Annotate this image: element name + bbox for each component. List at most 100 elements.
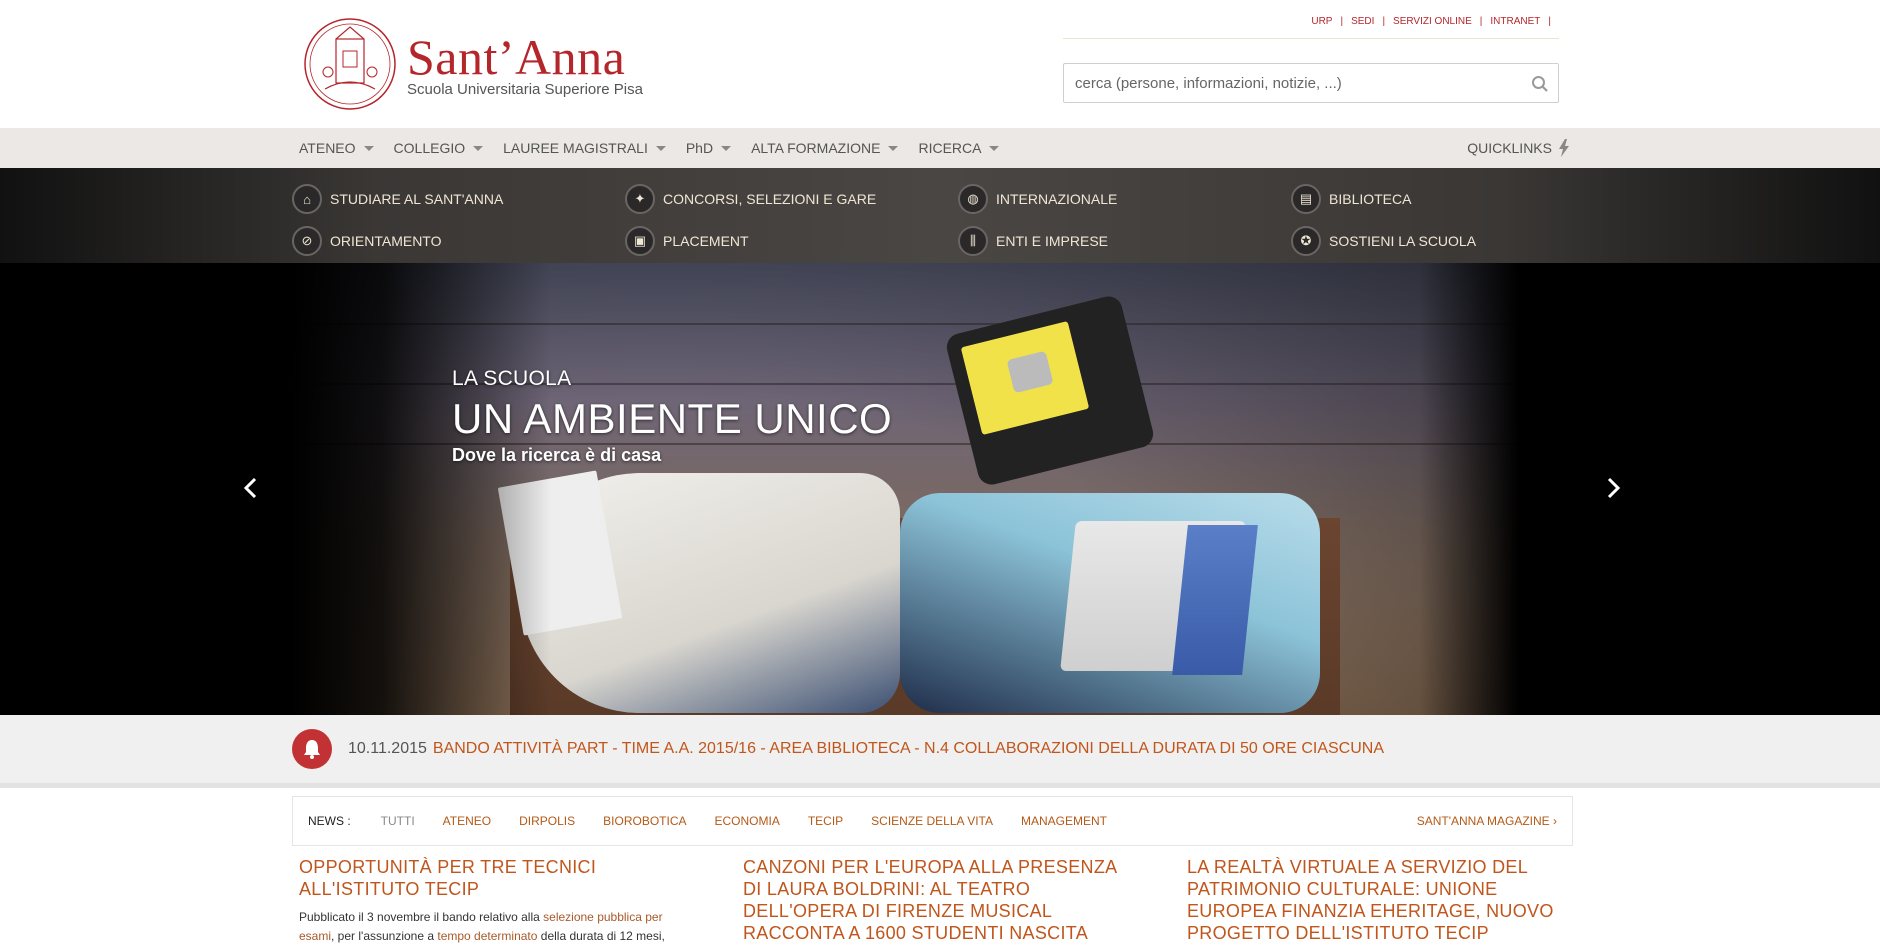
caret-down-icon xyxy=(363,145,374,151)
news-tab-dirpolis[interactable]: DIRPOLIS xyxy=(519,814,575,828)
excerpt-text: Pubblicato il 3 novembre il bando relati… xyxy=(299,910,544,924)
ticker-link[interactable]: BANDO ATTIVITÀ PART - TIME A.A. 2015/16 … xyxy=(433,740,1384,758)
decor xyxy=(1419,263,1519,715)
decor xyxy=(291,263,551,715)
quicknav-label: ENTI E IMPRESE xyxy=(996,233,1109,249)
nav-label: ATENEO xyxy=(299,140,356,156)
article-card: LA REALTÀ VIRTUALE A SERVIZIO DEL PATRIM… xyxy=(1180,856,1573,947)
site-header: Sant’Anna Scuola Universitaria Superiore… xyxy=(0,0,1880,128)
quicknav-label: STUDIARE AL SANT'ANNA xyxy=(330,191,504,207)
quicknav-enti-imprese[interactable]: ⫼ ENTI E IMPRESE xyxy=(958,220,1291,262)
search-icon[interactable] xyxy=(1531,75,1549,93)
article-title[interactable]: OPPORTUNITÀ PER TRE TECNICI ALL'ISTITUTO… xyxy=(299,856,679,900)
news-ticker: 10.11.2015 BANDO ATTIVITÀ PART - TIME A.… xyxy=(0,715,1880,788)
nav-item-phd[interactable]: PhD xyxy=(679,128,738,168)
quicknav-label: ORIENTAMENTO xyxy=(330,233,442,249)
separator: | xyxy=(1340,16,1344,27)
quicklinks-toggle[interactable]: QUICKLINKS xyxy=(1467,128,1570,168)
nav-label: ALTA FORMAZIONE xyxy=(751,140,881,156)
quicknav-label: CONCORSI, SELEZIONI E GARE xyxy=(663,191,877,207)
quicknav-label: PLACEMENT xyxy=(663,233,749,249)
excerpt-text: , per l'assunzione a xyxy=(331,929,438,943)
article-title[interactable]: LA REALTÀ VIRTUALE A SERVIZIO DEL PATRIM… xyxy=(1187,856,1567,944)
nav-label: PhD xyxy=(685,140,714,156)
quicknav-concorsi[interactable]: ✦ CONCORSI, SELEZIONI E GARE xyxy=(625,178,958,220)
globe-icon: ◍ xyxy=(958,184,988,214)
quicknav-biblioteca[interactable]: ▤ BIBLIOTECA xyxy=(1291,178,1573,220)
magazine-link[interactable]: SANT'ANNA MAGAZINE › xyxy=(1417,814,1557,828)
pin-icon: ✦ xyxy=(625,184,655,214)
news-tab-ateneo[interactable]: ATENEO xyxy=(443,814,491,828)
bell-icon xyxy=(292,729,332,769)
news-tab-management[interactable]: MANAGEMENT xyxy=(1021,814,1107,828)
caret-down-icon xyxy=(721,145,732,151)
caret-down-icon xyxy=(473,145,484,151)
excerpt-text: della durata di 12 mesi, xyxy=(537,929,665,943)
award-icon: ✪ xyxy=(1291,226,1321,256)
news-tab-scienze-della-vita[interactable]: SCIENZE DELLA VITA xyxy=(871,814,993,828)
caret-down-icon xyxy=(888,145,899,151)
quick-nav: ⌂ STUDIARE AL SANT'ANNA ✦ CONCORSI, SELEZI… xyxy=(0,168,1880,263)
building-icon: ⌂ xyxy=(292,184,322,214)
logo-name: Sant’Anna xyxy=(407,28,626,85)
toplink-sedi[interactable]: SEDI xyxy=(1351,16,1374,27)
search-input[interactable] xyxy=(1075,74,1515,92)
main-nav: ATENEO COLLEGIO LAUREE MAGISTRALI PhD AL… xyxy=(0,128,1880,168)
hero-title: UN AMBIENTE UNICO xyxy=(452,395,893,442)
article-title[interactable]: CANZONI PER L'EUROPA ALLA PRESENZA DI LA… xyxy=(743,856,1123,947)
quicknav-sostieni[interactable]: ✪ SOSTIENI LA SCUOLA xyxy=(1291,220,1573,262)
article-card: CANZONI PER L'EUROPA ALLA PRESENZA DI LA… xyxy=(736,856,1180,947)
quicknav-label: SOSTIENI LA SCUOLA xyxy=(1329,233,1477,249)
toplink-servizi-online[interactable]: SERVIZI ONLINE xyxy=(1393,16,1472,27)
logo[interactable]: Sant’Anna Scuola Universitaria Superiore… xyxy=(303,17,643,111)
institution-icon: ⫼ xyxy=(958,226,988,256)
separator: | xyxy=(1479,16,1483,27)
article-card: OPPORTUNITÀ PER TRE TECNICI ALL'ISTITUTO… xyxy=(292,856,736,947)
separator: | xyxy=(1382,16,1386,27)
news-articles: OPPORTUNITÀ PER TRE TECNICI ALL'ISTITUTO… xyxy=(292,856,1573,947)
hero-caption: LA SCUOLA UN AMBIENTE UNICO Dove la rice… xyxy=(452,367,892,466)
top-links: URP | SEDI | SERVIZI ONLINE | INTRANET | xyxy=(1311,16,1559,27)
divider xyxy=(1063,38,1559,39)
toplink-intranet[interactable]: INTRANET xyxy=(1490,16,1540,27)
quicknav-orientamento[interactable]: ⊘ ORIENTAMENTO xyxy=(292,220,625,262)
news-tab-tutti[interactable]: TUTTI xyxy=(381,814,415,828)
article-excerpt: Pubblicato il 3 novembre il bando relati… xyxy=(299,908,679,946)
news-tab-economia[interactable]: ECONOMIA xyxy=(714,814,779,828)
nav-item-ricerca[interactable]: RICERCA xyxy=(911,128,1006,168)
nav-item-ateneo[interactable]: ATENEO xyxy=(292,128,381,168)
search-box[interactable] xyxy=(1063,63,1559,103)
nav-item-alta-formazione[interactable]: ALTA FORMAZIONE xyxy=(744,128,905,168)
news-tab-tecip[interactable]: TECIP xyxy=(808,814,843,828)
toplink-urp[interactable]: URP xyxy=(1311,16,1332,27)
compass-icon: ⊘ xyxy=(292,226,322,256)
caret-down-icon xyxy=(989,145,1000,151)
nav-item-lauree-magistrali[interactable]: LAUREE MAGISTRALI xyxy=(496,128,673,168)
caret-down-icon xyxy=(655,145,666,151)
quicknav-internazionale[interactable]: ◍ INTERNAZIONALE xyxy=(958,178,1291,220)
chevron-right-icon[interactable] xyxy=(1598,473,1628,503)
nav-label: COLLEGIO xyxy=(393,140,466,156)
briefcase-icon: ▣ xyxy=(625,226,655,256)
quicklinks-label: QUICKLINKS xyxy=(1467,140,1552,156)
nav-label: RICERCA xyxy=(918,140,982,156)
hero-carousel: LA SCUOLA UN AMBIENTE UNICO Dove la rice… xyxy=(0,263,1880,715)
hero-subtitle: Dove la ricerca è di casa xyxy=(452,445,662,465)
book-icon: ▤ xyxy=(1291,184,1321,214)
lightning-icon xyxy=(1559,139,1569,157)
news-filter-bar: NEWS : TUTTI ATENEO DIRPOLIS BIOROBOTICA… xyxy=(292,796,1573,846)
nav-item-collegio[interactable]: COLLEGIO xyxy=(387,128,491,168)
ticker-date: 10.11.2015 xyxy=(348,740,427,757)
news-label: NEWS : xyxy=(308,814,351,828)
quicknav-placement[interactable]: ▣ PLACEMENT xyxy=(625,220,958,262)
quicknav-label: INTERNAZIONALE xyxy=(996,191,1118,207)
seal-icon xyxy=(304,18,396,110)
quicknav-label: BIBLIOTECA xyxy=(1329,191,1412,207)
excerpt-link[interactable]: tempo determinato xyxy=(437,929,537,943)
news-tab-biorobotica[interactable]: BIOROBOTICA xyxy=(603,814,686,828)
chevron-left-icon[interactable] xyxy=(236,473,266,503)
quicknav-studiare[interactable]: ⌂ STUDIARE AL SANT'ANNA xyxy=(292,178,625,220)
nav-label: LAUREE MAGISTRALI xyxy=(503,140,648,156)
logo-subtitle: Scuola Universitaria Superiore Pisa xyxy=(407,80,643,98)
separator: | xyxy=(1548,16,1551,27)
